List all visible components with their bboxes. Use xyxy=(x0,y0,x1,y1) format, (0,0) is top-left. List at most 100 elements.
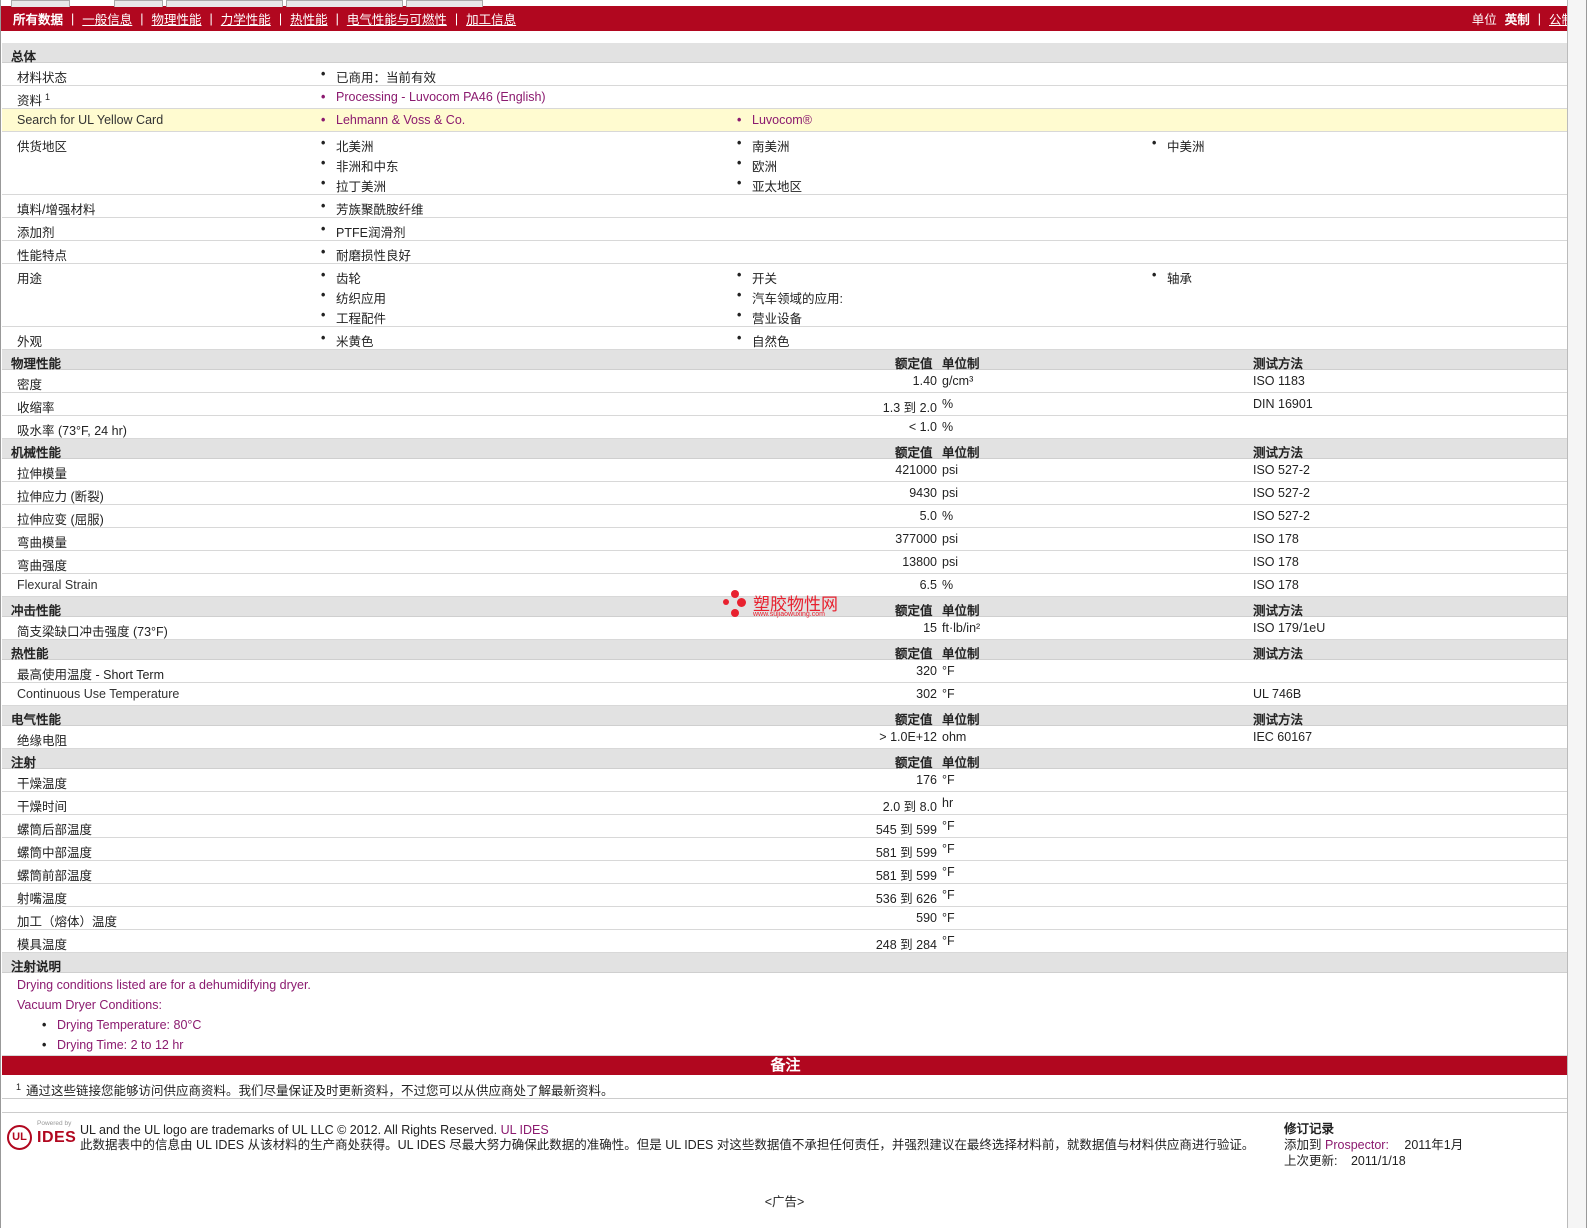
table-row: 拉伸应变 (屈服) 5.0% ISO 527-2 xyxy=(2,505,1569,528)
table-row: 拉伸模量 421000 psi ISO 527-2 xyxy=(2,459,1569,482)
row-label: 拉伸应力 (断裂) xyxy=(17,490,104,504)
section-general: 总体 xyxy=(2,43,1569,64)
row-label: 吸水率 (73°F, 24 hr) xyxy=(17,424,127,438)
table-row: 绝缘电阻 > 1.0E+12 ohm IEC 60167 xyxy=(2,726,1569,749)
row-label: 用途 xyxy=(17,272,43,286)
row-label: 材料状态 xyxy=(17,71,68,85)
row-value: 9430 xyxy=(909,486,937,500)
row-label: Search for UL Yellow Card xyxy=(17,113,164,127)
row-unit: % xyxy=(942,578,954,592)
row-label: 弯曲强度 xyxy=(17,559,68,573)
table-row: 干燥温度 176 °F xyxy=(2,769,1569,792)
nav-electrical[interactable]: 电气性能与可燃性 xyxy=(347,9,447,28)
row-label: 干燥温度 xyxy=(17,777,68,791)
revision-title: 修订记录 xyxy=(1284,1122,1335,1136)
row-unit: g/cm³ xyxy=(942,374,974,388)
row-value: 536 到 626 xyxy=(875,892,937,906)
note-text: Drying conditions listed are for a dehum… xyxy=(17,978,311,992)
row-value: 1.3 到 2.0 xyxy=(882,401,937,415)
row-test-method: ISO 527-2 xyxy=(1253,463,1310,477)
region-item: 欧洲 xyxy=(737,156,777,175)
row-test-method: ISO 178 xyxy=(1253,532,1299,546)
row-unit: °F xyxy=(942,773,955,787)
added-date: 2011年1月 xyxy=(1404,1138,1464,1152)
tab-1[interactable] xyxy=(11,0,70,7)
row-value: 320 xyxy=(916,664,937,678)
footer: Powered by UL IDES UL and the UL logo ar… xyxy=(2,1112,1569,1178)
tab-5[interactable] xyxy=(406,0,483,7)
nav-thermal[interactable]: 热性能 xyxy=(290,9,328,28)
row-value: 6.5 xyxy=(919,578,937,592)
disclaimer-text: 此数据表中的信息由 UL IDES 从该材料的生产商处获得。UL IDES 尽最… xyxy=(80,1138,1255,1152)
use-item: 工程配件 xyxy=(321,308,386,327)
nav-all-data[interactable]: 所有数据 xyxy=(13,9,63,28)
row-label: 干燥时间 xyxy=(17,800,68,814)
region-item: 北美洲 xyxy=(321,136,373,155)
row-unit: °F xyxy=(942,819,955,833)
brand-link[interactable]: Luvocom® xyxy=(737,113,812,127)
unit-english-selected: 英制 xyxy=(1504,13,1530,27)
tab-3[interactable] xyxy=(166,0,283,7)
note-bullet: Drying Time: 2 to 12 hr xyxy=(42,1038,184,1052)
remarks-header: 备注 xyxy=(2,1056,1569,1075)
top-tab-strip xyxy=(1,0,1586,7)
row-label: 外观 xyxy=(17,335,43,349)
region-item: 亚太地区 xyxy=(737,176,802,195)
vertical-scrollbar[interactable] xyxy=(1567,0,1586,1228)
table-row: 射嘴温度 536 到 626 °F xyxy=(2,884,1569,907)
table-row: 干燥时间 2.0 到 8.0 hr xyxy=(2,792,1569,815)
powered-by-text: Powered by xyxy=(37,1120,72,1127)
use-item: 齿轮 xyxy=(321,268,361,287)
row-value: 581 到 599 xyxy=(875,846,937,860)
nav-general-info[interactable]: 一般信息 xyxy=(82,9,132,28)
row-value: 1.40 xyxy=(912,374,937,388)
use-item: 纺织应用 xyxy=(321,288,386,307)
footer-disclaimer: UL and the UL logo are trademarks of UL … xyxy=(80,1123,1270,1153)
row-unit: psi xyxy=(942,555,958,569)
row-unit: °F xyxy=(942,934,955,948)
row-status: 材料状态 已商用：当前有效 xyxy=(2,63,1569,86)
row-resource: 资料1 Processing - Luvocom PA46 (English) xyxy=(2,86,1569,109)
row-label: 拉伸模量 xyxy=(17,467,68,481)
row-value: 377000 xyxy=(895,532,937,546)
row-test-method: DIN 16901 xyxy=(1253,397,1313,411)
ad-placeholder[interactable]: <广告> xyxy=(1,1191,1568,1210)
row-test-method: ISO 527-2 xyxy=(1253,486,1310,500)
row-regions: 供货地区 北美洲 南美洲 中美洲 非洲和中东 欧洲 拉丁美洲 亚太地区 xyxy=(2,132,1569,195)
row-unit: ft·lb/in² xyxy=(942,621,981,635)
section-nav-bar: 所有数据 | 一般信息 | 物理性能 | 力学性能 | 热性能 | 电气性能与可… xyxy=(1,6,1586,31)
nav-processing[interactable]: 加工信息 xyxy=(466,9,516,28)
row-unit: ohm xyxy=(942,730,967,744)
units-label: 单位 xyxy=(1471,13,1497,27)
region-item: 中美洲 xyxy=(1152,136,1204,155)
supplier-link[interactable]: Lehmann & Voss & Co. xyxy=(321,113,465,127)
row-value: > 1.0E+12 xyxy=(879,730,937,744)
row-label: 收缩率 xyxy=(17,401,55,415)
row-label: 拉伸应变 (屈服) xyxy=(17,513,104,527)
status-value: 已商用：当前有效 xyxy=(321,67,436,86)
row-value: 5.0 xyxy=(919,509,937,523)
row-unit: °F xyxy=(942,664,955,678)
watermark-url: www.sujiaowuxing.com xyxy=(753,611,825,618)
row-test-method: ISO 178 xyxy=(1253,578,1299,592)
row-feature: 性能特点 耐磨损性良好 xyxy=(2,241,1569,264)
row-label: 性能特点 xyxy=(17,249,68,263)
row-additive: 添加剂 PTFE润滑剂 xyxy=(2,218,1569,241)
row-label: 射嘴温度 xyxy=(17,892,68,906)
table-row: 弯曲模量 377000 psi ISO 178 xyxy=(2,528,1569,551)
added-label: 添加到 xyxy=(1284,1138,1322,1152)
resource-link[interactable]: Processing - Luvocom PA46 (English) xyxy=(321,90,546,104)
ul-ides-link[interactable]: UL IDES xyxy=(501,1123,549,1137)
row-label: 螺筒中部温度 xyxy=(17,846,93,860)
section-physical: 物理性能 额定值 单位制 测试方法 xyxy=(2,350,1569,371)
nav-mechanical[interactable]: 力学性能 xyxy=(221,9,271,28)
tab-4[interactable] xyxy=(286,0,403,7)
footnote-row: 1 通过这些链接您能够访问供应商资料。我们尽量保证及时更新资料，不过您可以从供应商… xyxy=(2,1075,1569,1099)
datasheet-page: 所有数据 | 一般信息 | 物理性能 | 力学性能 | 热性能 | 电气性能与可… xyxy=(0,0,1587,1228)
nav-physical[interactable]: 物理性能 xyxy=(152,9,202,28)
row-unit: hr xyxy=(942,796,954,810)
tab-2[interactable] xyxy=(114,0,163,7)
section-thermal: 热性能 额定值 单位制 测试方法 xyxy=(2,640,1569,661)
prospector-link[interactable]: Prospector: xyxy=(1325,1138,1389,1152)
row-value: 13800 xyxy=(902,555,937,569)
